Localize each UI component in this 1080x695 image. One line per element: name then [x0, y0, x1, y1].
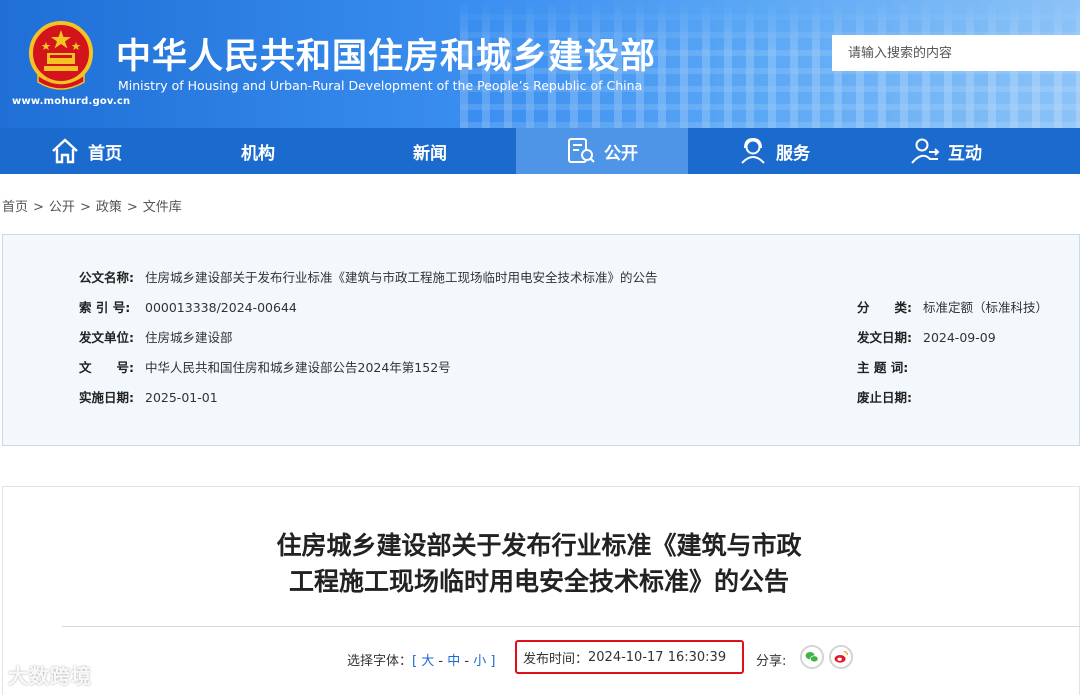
user-service-icon [741, 137, 765, 164]
site-url: www.mohurd.gov.cn [12, 96, 131, 107]
issue-date-label: 发文日期: [857, 330, 912, 345]
issuer-value: 住房城乡建设部 [145, 330, 233, 345]
doc-number-label: 文 号: [79, 360, 134, 375]
interaction-icon [911, 138, 940, 164]
site-header: www.mohurd.gov.cn 中华人民共和国住房和城乡建设部 Minist… [0, 0, 1080, 128]
font-small-link[interactable]: 小 [473, 654, 486, 669]
breadcrumb-policy[interactable]: 政策 [96, 200, 122, 215]
document-icon [568, 138, 595, 163]
search-input[interactable] [832, 35, 1080, 71]
share-label: 分享: [756, 654, 787, 669]
nav-item-news[interactable]: 新闻 [344, 128, 516, 174]
info-row-doc-name: 公文名称: 住房城乡建设部关于发布行业标准《建筑与市政工程施工现场临时用电安全技术… [79, 267, 658, 286]
font-size-selector: 选择字体：[ 大 - 中 - 小 ] [347, 650, 495, 669]
nav-item-service[interactable]: 服务 [688, 128, 860, 174]
category-label: 分 类: [857, 300, 912, 315]
info-row-issuer: 发文单位: 住房城乡建设部 [79, 327, 233, 346]
abolish-date-label: 废止日期: [857, 390, 912, 405]
doc-name-label: 公文名称: [79, 270, 134, 285]
index-label: 索 引 号: [79, 300, 131, 315]
info-row-doc-number: 文 号: 中华人民共和国住房和城乡建设部公告2024年第152号 [79, 357, 451, 376]
document-info-panel: 公文名称: 住房城乡建设部关于发布行业标准《建筑与市政工程施工现场临时用电安全技术… [2, 234, 1080, 446]
font-medium-link[interactable]: 中 [447, 654, 460, 669]
breadcrumb-public[interactable]: 公开 [49, 200, 75, 215]
doc-number-value: 中华人民共和国住房和城乡建设部公告2024年第152号 [145, 360, 451, 375]
breadcrumb-home[interactable]: 首页 [2, 200, 28, 215]
watermark-text: 大数跨境 [8, 664, 92, 688]
nav-item-organization[interactable]: 机构 [172, 128, 344, 174]
weibo-share-icon[interactable] [829, 645, 853, 669]
issue-date-value: 2024-09-09 [923, 330, 996, 345]
wechat-share-icon[interactable] [800, 645, 824, 669]
category-value: 标准定额（标准科技） [923, 300, 1049, 315]
font-dash-1: - [438, 654, 444, 669]
article-title-line-2: 工程施工现场临时用电安全技术标准》的公告 [288, 567, 789, 596]
nav-item-public[interactable]: 公开 [516, 128, 688, 174]
site-title-english: Ministry of Housing and Urban-Rural Deve… [118, 78, 643, 93]
nav-label-organization: 机构 [241, 143, 275, 164]
issuer-label: 发文单位: [79, 330, 134, 345]
font-large-link[interactable]: 大 [421, 654, 434, 669]
breadcrumb: 首页 > 公开 > 政策 > 文件库 [2, 200, 182, 215]
font-size-label: 选择字体： [347, 654, 413, 669]
keywords-label: 主 题 词: [857, 360, 909, 375]
nav-label-home: 首页 [88, 143, 122, 164]
info-row-effective-date: 实施日期: 2025-01-01 [79, 387, 218, 406]
nav-label-news: 新闻 [413, 143, 447, 164]
main-navigation: 首页 机构 新闻 公开 服务 互动 [0, 128, 1080, 174]
info-row-index: 索 引 号: 000013338/2024-00644 [79, 297, 297, 316]
publish-time-value: 2024-10-17 16:30:39 [588, 649, 727, 665]
font-bracket-close: ] [490, 654, 496, 669]
publish-time-label: 发布时间： [523, 651, 589, 667]
doc-name-value: 住房城乡建设部关于发布行业标准《建筑与市政工程施工现场临时用电安全技术标准》的公… [145, 270, 658, 285]
info-row-issue-date: 发文日期: 2024-09-09 [857, 327, 996, 346]
national-emblem-icon[interactable] [28, 20, 94, 90]
font-dash-2: - [464, 654, 470, 669]
effective-date-label: 实施日期: [79, 390, 134, 405]
font-bracket-open: [ [412, 654, 418, 669]
breadcrumb-file-library[interactable]: 文件库 [143, 200, 182, 215]
nav-item-home[interactable]: 首页 [0, 128, 172, 174]
nav-label-interaction: 互动 [948, 143, 982, 164]
nav-label-public: 公开 [604, 143, 638, 164]
publish-time-highlight: 发布时间： 2024-10-17 16:30:39 [515, 640, 744, 674]
index-value: 000013338/2024-00644 [145, 300, 297, 315]
article-title-line-1: 住房城乡建设部关于发布行业标准《建筑与市政 [276, 531, 802, 560]
home-icon [52, 138, 78, 164]
info-row-keywords: 主 题 词: [857, 357, 923, 376]
info-row-abolish-date: 废止日期: [857, 387, 923, 406]
effective-date-value: 2025-01-01 [145, 390, 218, 405]
info-row-category: 分 类: 标准定额（标准科技） [857, 297, 1048, 316]
site-title-chinese[interactable]: 中华人民共和国住房和城乡建设部 [116, 28, 656, 79]
nav-label-service: 服务 [776, 143, 810, 164]
article-divider [62, 626, 1080, 627]
nav-item-interaction[interactable]: 互动 [860, 128, 1032, 174]
